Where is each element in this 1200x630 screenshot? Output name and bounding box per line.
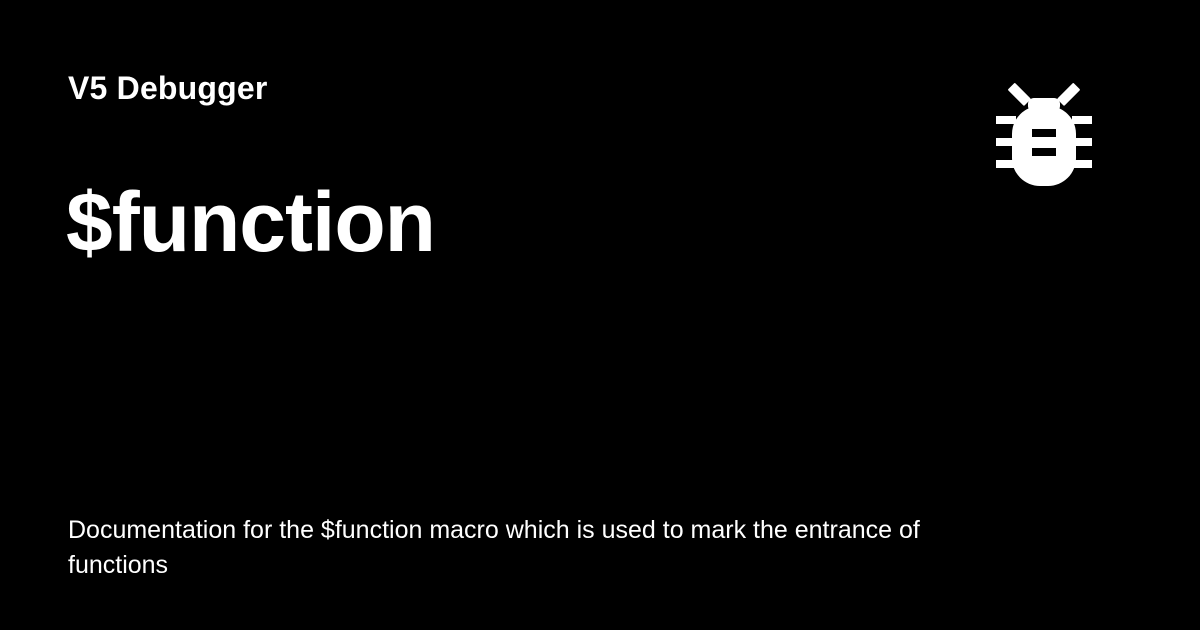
bug-icon bbox=[994, 76, 1094, 188]
page-title: $function bbox=[66, 175, 436, 269]
site-name: V5 Debugger bbox=[68, 70, 268, 106]
social-card: V5 Debugger $function Documentation for … bbox=[0, 0, 1200, 630]
page-description: Documentation for the $function macro wh… bbox=[68, 516, 920, 579]
